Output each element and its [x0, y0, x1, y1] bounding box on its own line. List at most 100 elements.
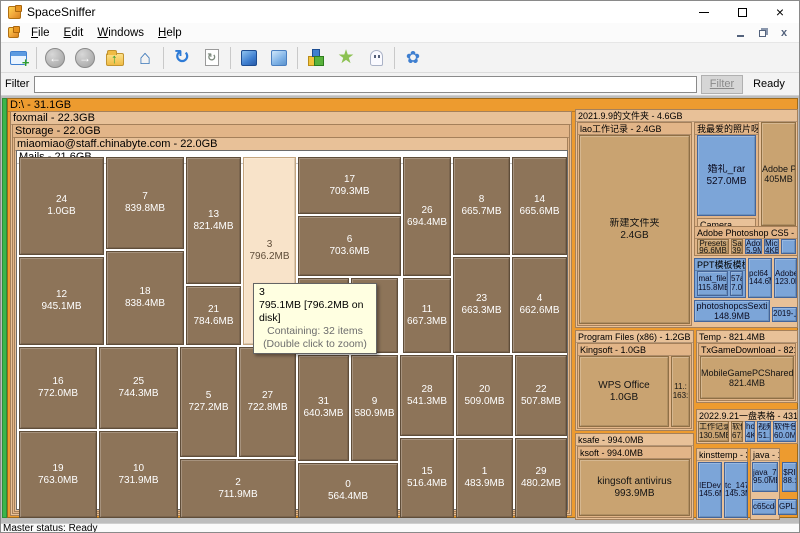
cell-u3[interactable]	[781, 239, 796, 254]
cell-9[interactable]: 9580.9MB	[351, 355, 398, 461]
configure-button[interactable]	[398, 44, 428, 72]
cell-1[interactable]: 1483.9MB	[456, 438, 513, 518]
cell-21[interactable]: 21784.6MB	[186, 286, 241, 345]
folder-header: Program Files (x86) - 1.2GB	[576, 331, 693, 343]
folder-header: 2021.9.9的文件夹 - 4.6GB	[576, 110, 797, 122]
cell-16[interactable]: 16772.0MB	[19, 347, 97, 429]
cell-adobe-5-9[interactable]: Adobe5.9ME	[745, 239, 762, 254]
menu-file[interactable]: File	[24, 25, 57, 41]
cell-24[interactable]: 241.0GB	[19, 157, 104, 255]
cell-8[interactable]: 8665.7MB	[453, 157, 510, 255]
cell-5[interactable]: 5727.2MB	[180, 347, 237, 457]
cell-ruanjianbao[interactable]: 软件包60.0M	[773, 421, 796, 442]
cell-hunli-rar[interactable]: 婚礼_rar527.0MB	[697, 135, 756, 216]
cell-22[interactable]: 22507.8MB	[515, 355, 567, 436]
cell-29[interactable]: 29480.2MB	[515, 438, 567, 518]
block-view-button[interactable]	[234, 44, 264, 72]
cell-26[interactable]: 26694.4MB	[403, 157, 451, 276]
parent-folder-button[interactable]	[100, 44, 130, 72]
cell-adobe-pho[interactable]: Adobe Pho405MB	[761, 122, 796, 226]
cell-hos[interactable]: hos4KE	[745, 421, 755, 442]
cell-31[interactable]: 31640.3MB	[298, 355, 349, 461]
filter-label: Filter	[5, 78, 29, 90]
cell-xinjian[interactable]: 新建文件夹2.4GB	[579, 135, 690, 324]
ghost-filter-button[interactable]	[361, 44, 391, 72]
cell-iedevtc[interactable]: IEDevtc145.6M	[698, 462, 722, 518]
window-controls	[685, 1, 799, 23]
cubes-icon	[307, 49, 325, 67]
cell-20[interactable]: 20509.0MB	[456, 355, 513, 436]
cell-kingsoft-antivirus[interactable]: kingsoft antivirus993.9MB	[579, 459, 690, 516]
cell-15[interactable]: 15516.4MB	[400, 438, 454, 518]
mdi-restore-button[interactable]	[755, 26, 769, 39]
cell-18[interactable]: 18838.4MB	[106, 251, 184, 345]
cell-57a44[interactable]: 57a447.0MB	[730, 271, 743, 296]
mdi-close-button[interactable]	[777, 26, 791, 39]
cell-2019[interactable]: 2019-上半年工	[772, 307, 797, 322]
forward-button[interactable]	[70, 44, 100, 72]
close-icon	[776, 5, 784, 19]
mdi-document-icon	[8, 27, 19, 38]
toolbar-separator	[394, 47, 395, 69]
toolbar-separator	[230, 47, 231, 69]
folder-header: Adobe Photoshop CS5 - 387.1M	[695, 227, 797, 239]
mdi-minimize-button[interactable]	[733, 26, 747, 39]
home-button[interactable]	[130, 44, 160, 72]
cell-27[interactable]: 27722.8MB	[239, 347, 296, 457]
cell-19[interactable]: 19763.0MB	[19, 431, 97, 518]
cell-photoshopcs[interactable]: photoshopcsSexti148.9MB	[694, 300, 770, 322]
cell-micro[interactable]: Micro:4KB	[764, 239, 779, 254]
cell-13[interactable]: 13821.4MB	[186, 157, 241, 284]
cell-2[interactable]: 2711.9MB	[180, 459, 296, 518]
cell-gpl-h[interactable]: GPL.h	[778, 499, 797, 515]
cell-0[interactable]: 0564.4MB	[298, 463, 398, 518]
cell-mat-file[interactable]: mat_file115.8MB	[697, 271, 728, 296]
cell-adobe-123[interactable]: Adobe123.0M	[774, 258, 797, 298]
cell-presets[interactable]: Presets96.6MB	[697, 239, 729, 254]
menu-help[interactable]: Help	[151, 25, 189, 41]
cell-17[interactable]: 17709.3MB	[298, 157, 401, 214]
new-snapshot-button[interactable]	[3, 44, 33, 72]
cell-25[interactable]: 25744.3MB	[99, 347, 178, 429]
cell-shipin[interactable]: 视频51.1M	[757, 421, 771, 442]
cell-mobilegame[interactable]: MobileGamePCShared821.4MB	[700, 356, 794, 399]
cell-11-163[interactable]: 11.:163:	[671, 356, 690, 427]
menu-windows[interactable]: Windows	[90, 25, 151, 41]
cell-tc-147[interactable]: tc_147:145.3M	[724, 462, 748, 518]
cell-7[interactable]: 7839.8MB	[106, 157, 184, 249]
back-button[interactable]	[40, 44, 70, 72]
cell-pcl64[interactable]: pcl64_s144.6M	[748, 258, 772, 298]
cell-14[interactable]: 14665.6MB	[512, 157, 567, 255]
cell-wps-office[interactable]: WPS Office1.0GB	[579, 356, 669, 427]
spacesniffer-window: SpaceSniffer File Edit Windows Help	[0, 0, 800, 533]
maximize-button[interactable]	[723, 1, 761, 23]
master-status: Master status: Ready	[3, 523, 97, 533]
cell-6[interactable]: 6703.6MB	[298, 216, 401, 276]
cell-10[interactable]: 10731.9MB	[99, 431, 178, 518]
cell-sri[interactable]: $RI88.:	[782, 462, 797, 492]
cell-samp[interactable]: Samp39.6M	[731, 239, 743, 254]
cell-4[interactable]: 4662.6MB	[512, 257, 567, 353]
tooltip-name: 3	[259, 286, 371, 299]
cell-gongzuo[interactable]: 工作记录130.5ME	[698, 421, 729, 442]
cell-11[interactable]: 11667.3MB	[403, 278, 451, 353]
cube-icon	[241, 50, 257, 66]
close-button[interactable]	[761, 1, 799, 23]
cell-28[interactable]: 28541.3MB	[400, 355, 454, 436]
class-view-button[interactable]	[301, 44, 331, 72]
block-view-alt-button[interactable]	[264, 44, 294, 72]
cell-ruanjian[interactable]: 软件67.9	[731, 421, 743, 442]
refresh-button[interactable]	[167, 44, 197, 72]
cell-12[interactable]: 12945.1MB	[19, 257, 104, 345]
filter-input[interactable]	[34, 76, 697, 93]
cell-23[interactable]: 23663.3MB	[453, 257, 510, 353]
menu-edit[interactable]: Edit	[57, 25, 91, 41]
cell-c65cdc[interactable]: c65cdc	[752, 499, 776, 515]
star-filter-button[interactable]	[331, 44, 361, 72]
cell-java-7[interactable]: java_7.95.0MB	[752, 462, 778, 492]
refresh-view-button[interactable]	[197, 44, 227, 72]
mdi-window-controls	[733, 26, 791, 39]
parent-folder-icon	[106, 53, 124, 66]
filter-button[interactable]: Filter	[701, 75, 743, 94]
minimize-button[interactable]	[685, 1, 723, 23]
